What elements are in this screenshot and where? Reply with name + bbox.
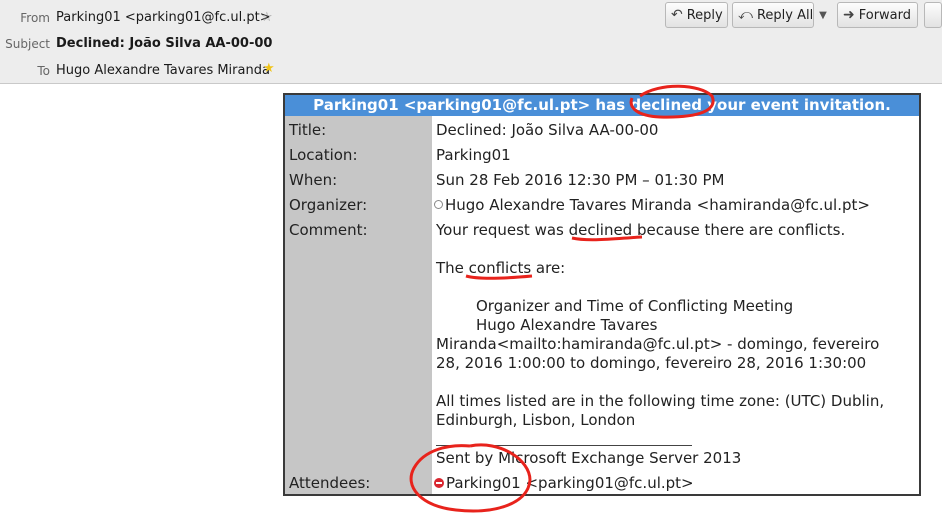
organizer-text: Hugo Alexandre Tavares Miranda <hamirand… bbox=[445, 196, 870, 214]
declined-status-icon bbox=[434, 478, 444, 488]
invitation-banner: Parking01 <parking01@fc.ul.pt> has decli… bbox=[285, 95, 919, 116]
from-value[interactable]: Parking01 <parking01@fc.ul.pt> bbox=[56, 10, 271, 25]
comment-line-8: Edinburgh, Lisbon, London bbox=[436, 411, 636, 429]
location-label: Location: bbox=[289, 146, 358, 164]
reply-all-button[interactable]: ⤺ Reply All bbox=[732, 2, 814, 28]
reply-all-dropdown-chevron-down-icon[interactable]: ▼ bbox=[813, 2, 833, 28]
attendance-status-unknown-icon bbox=[434, 200, 443, 209]
forward-button[interactable]: ➜ Forward bbox=[837, 2, 918, 28]
comment-line-1: Your request was declined because there … bbox=[436, 221, 846, 239]
attendee-email: <parking01@fc.ul.pt> bbox=[525, 474, 694, 492]
subject-label: Subject bbox=[5, 37, 50, 51]
message-header: From Parking01 <parking01@fc.ul.pt> ☆ Su… bbox=[0, 0, 942, 84]
comment-line-6: 28, 2016 1:00:00 to domingo, fevereiro 2… bbox=[436, 354, 867, 372]
subject-value: Declined: João Silva AA-00-00 bbox=[56, 36, 273, 51]
title-value: Declined: João Silva AA-00-00 bbox=[436, 121, 659, 139]
to-value[interactable]: Hugo Alexandre Tavares Miranda bbox=[56, 63, 270, 78]
reply-button-label: Reply bbox=[686, 7, 723, 23]
comment-line-3: Organizer and Time of Conflicting Meetin… bbox=[476, 297, 794, 315]
attendee-name: Parking01 bbox=[446, 474, 521, 492]
forward-arrow-icon: ➜ bbox=[843, 7, 855, 23]
when-label: When: bbox=[289, 171, 338, 189]
comment-line-4: Hugo Alexandre Tavares bbox=[476, 316, 658, 334]
title-label: Title: bbox=[289, 121, 327, 139]
reply-button[interactable]: ↶ Reply bbox=[665, 2, 728, 28]
attendees-label: Attendees: bbox=[289, 474, 371, 492]
signature-divider bbox=[436, 445, 692, 446]
reply-all-button-label: Reply All bbox=[756, 7, 814, 23]
to-label: To bbox=[37, 64, 50, 78]
comment-line-5: Miranda<mailto:hamiranda@fc.ul.pt> - dom… bbox=[436, 335, 880, 353]
invitation-panel: Parking01 <parking01@fc.ul.pt> has decli… bbox=[283, 93, 921, 496]
reply-arrow-icon: ↶ bbox=[671, 7, 683, 23]
forward-button-label: Forward bbox=[858, 7, 912, 23]
star-filled-icon[interactable]: ★ bbox=[263, 62, 275, 75]
star-empty-icon[interactable]: ☆ bbox=[261, 11, 273, 24]
comment-label: Comment: bbox=[289, 221, 368, 239]
from-label: From bbox=[20, 11, 50, 25]
organizer-value[interactable]: Hugo Alexandre Tavares Miranda <hamirand… bbox=[434, 196, 870, 214]
more-button[interactable] bbox=[924, 2, 942, 28]
location-value: Parking01 bbox=[436, 146, 511, 164]
organizer-label: Organizer: bbox=[289, 196, 368, 214]
attendee-item[interactable]: Parking01 <parking01@fc.ul.pt> bbox=[434, 474, 694, 492]
when-value: Sun 28 Feb 2016 12:30 PM – 01:30 PM bbox=[436, 171, 725, 189]
comment-line-7: All times listed are in the following ti… bbox=[436, 392, 885, 410]
reply-all-arrow-icon: ⤺ bbox=[738, 7, 753, 23]
comment-line-9: Sent by Microsoft Exchange Server 2013 bbox=[436, 449, 742, 467]
comment-line-2: The conflicts are: bbox=[436, 259, 566, 277]
